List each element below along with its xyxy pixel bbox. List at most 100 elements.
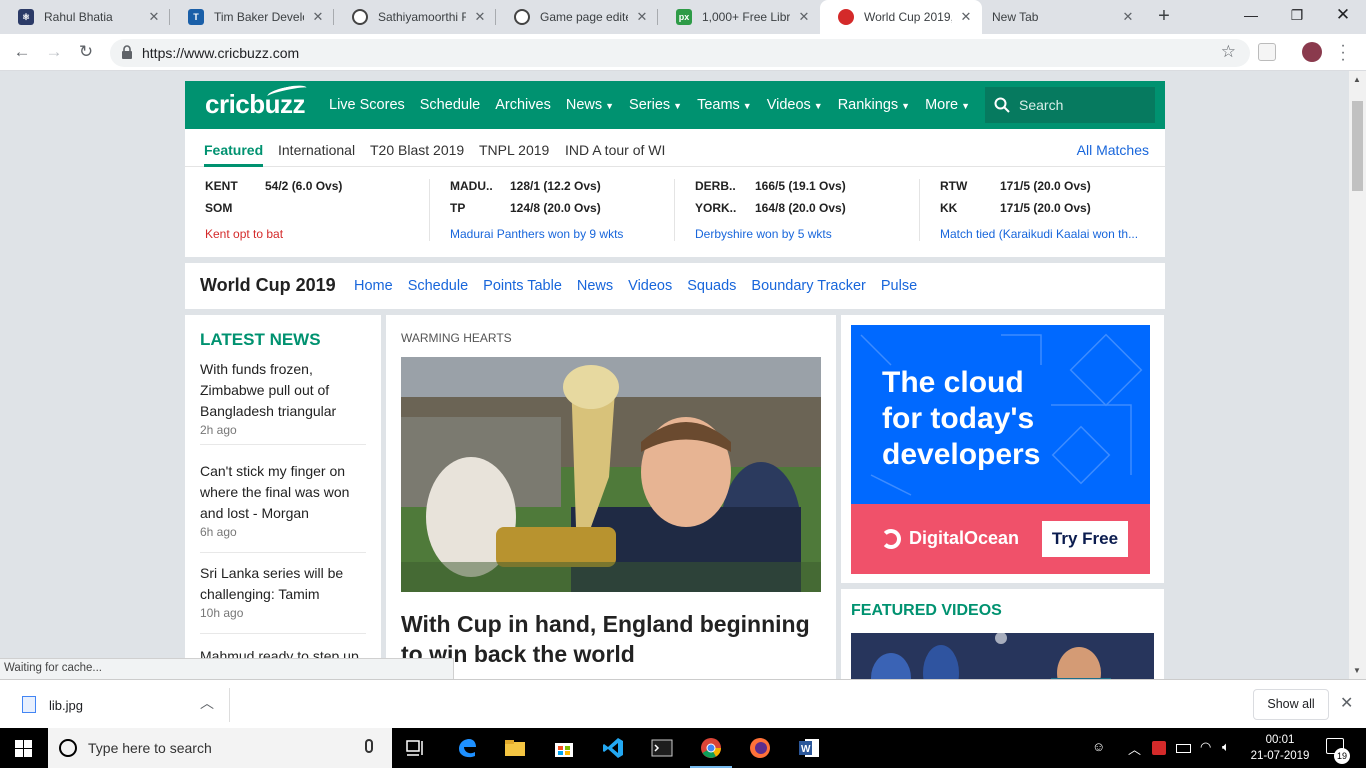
minimize-button[interactable]: — [1228, 0, 1274, 34]
wc-link-schedule[interactable]: Schedule [408, 278, 468, 294]
microphone-icon[interactable] [365, 739, 373, 753]
nav-series[interactable]: Series ▼ [629, 97, 682, 113]
address-bar[interactable]: https://www.cricbuzz.com ☆ [110, 39, 1250, 67]
main-nav: Live Scores Schedule Archives News ▼ Seri… [329, 81, 985, 129]
close-window-button[interactable]: ✕ [1320, 0, 1366, 34]
chrome-icon[interactable] [699, 736, 723, 760]
chrome-menu-icon[interactable]: · · · [1338, 38, 1348, 68]
nav-videos[interactable]: Videos ▼ [767, 97, 823, 113]
close-tab-icon[interactable]: ✕ [1120, 9, 1136, 25]
trophy-celebration-image [401, 357, 821, 592]
news-headline[interactable]: Can't stick my finger on where the final… [200, 461, 366, 524]
wc-link-pulse[interactable]: Pulse [881, 278, 917, 294]
story-headline[interactable]: With Cup in hand, England beginning to w… [401, 609, 821, 669]
chevron-up-icon[interactable]: ︿ [1128, 739, 1141, 758]
taskbar-search[interactable]: Type here to search [48, 728, 392, 768]
cricbuzz-logo[interactable]: cricbuzz [205, 82, 308, 120]
all-matches-link[interactable]: All Matches [1077, 142, 1149, 158]
news-item[interactable]: With funds frozen, Zimbabwe pull out of … [200, 359, 366, 445]
vscode-icon[interactable] [601, 736, 625, 760]
wc-link-boundary-tracker[interactable]: Boundary Tracker [751, 278, 865, 294]
nav-schedule[interactable]: Schedule [420, 97, 480, 113]
browser-tab[interactable]: px 1,000+ Free Librar ✕ [658, 0, 820, 34]
close-tab-icon[interactable]: ✕ [146, 9, 162, 25]
word-icon[interactable]: W [797, 736, 821, 760]
nav-more[interactable]: More ▼ [925, 97, 970, 113]
scroll-down-arrow[interactable]: ▼ [1353, 666, 1361, 675]
wc-link-squads[interactable]: Squads [687, 278, 736, 294]
terminal-icon[interactable] [650, 736, 674, 760]
file-explorer-icon[interactable] [503, 736, 527, 760]
news-headline[interactable]: Sri Lanka series will be challenging: Ta… [200, 563, 366, 605]
news-headline[interactable]: With funds frozen, Zimbabwe pull out of … [200, 359, 366, 422]
video-thumbnail[interactable] [851, 633, 1154, 679]
tab-international[interactable]: International [278, 142, 355, 158]
app-tray-icon[interactable] [1152, 741, 1166, 755]
microsoft-store-icon[interactable] [552, 736, 576, 760]
wc-link-videos[interactable]: Videos [628, 278, 672, 294]
url-text[interactable]: https://www.cricbuzz.com [142, 45, 299, 61]
windows-start-icon[interactable] [15, 740, 32, 757]
tab-featured[interactable]: Featured [204, 142, 263, 158]
new-tab-button[interactable]: + [1152, 5, 1176, 29]
profile-avatar[interactable] [1302, 42, 1322, 62]
close-tab-icon[interactable]: ✕ [472, 9, 488, 25]
browser-tab[interactable]: Sathiyamoorthi Re ✕ [334, 0, 496, 34]
try-free-button[interactable]: Try Free [1042, 521, 1128, 557]
wc-link-home[interactable]: Home [354, 278, 393, 294]
news-item[interactable]: Sri Lanka series will be challenging: Ta… [200, 563, 366, 634]
wc-link-news[interactable]: News [577, 278, 613, 294]
nav-teams[interactable]: Teams ▼ [697, 97, 752, 113]
close-tab-icon[interactable]: ✕ [634, 9, 650, 25]
close-tab-icon[interactable]: ✕ [958, 9, 974, 25]
task-view-icon[interactable] [404, 736, 428, 760]
tab-title: Rahul Bhatia [44, 10, 113, 24]
nav-news[interactable]: News ▼ [566, 97, 614, 113]
nav-rankings[interactable]: Rankings ▼ [838, 97, 910, 113]
browser-tab-active[interactable]: World Cup 2019, C ✕ [820, 0, 982, 34]
match-card[interactable]: MADU.. 128/1 (12.2 Ovs) TP 124/8 (20.0 Ovs… [450, 179, 680, 241]
browser-tab[interactable]: New Tab ✕ [982, 0, 1144, 34]
advertisement[interactable]: The cloud for today's developers Digital… [841, 315, 1164, 583]
battery-icon[interactable] [1176, 744, 1191, 753]
story-photo[interactable] [401, 357, 821, 592]
edge-browser-icon[interactable] [455, 736, 479, 760]
volume-icon[interactable]: 🔈︎ [1222, 739, 1230, 755]
match-card[interactable]: DERB.. 166/5 (19.1 Ovs) YORK.. 164/8 (20.0… [695, 179, 925, 241]
restore-button[interactable]: ❐ [1274, 0, 1320, 34]
download-item[interactable]: lib.jpg ︿ [10, 688, 230, 722]
close-tab-icon[interactable]: ✕ [796, 9, 812, 25]
bookmark-star-icon[interactable]: ☆ [1221, 42, 1236, 62]
tab-title: New Tab [992, 10, 1039, 24]
back-button[interactable]: ← [10, 40, 34, 64]
show-all-downloads-button[interactable]: Show all [1253, 689, 1329, 720]
clock-date: 21-07-2019 [1250, 750, 1310, 762]
people-icon[interactable]: ☺ [1092, 739, 1105, 754]
site-search[interactable]: Search [985, 87, 1155, 123]
wifi-icon[interactable]: ◠ [1200, 739, 1211, 755]
match-card[interactable]: RTW 171/5 (20.0 Ovs) KK 171/5 (20.0 Ovs) M… [940, 179, 1170, 241]
extension-icon[interactable] [1258, 43, 1276, 61]
nav-live-scores[interactable]: Live Scores [329, 97, 405, 113]
taskbar-clock[interactable]: 00:01 21-07-2019 [1250, 732, 1310, 764]
nav-archives[interactable]: Archives [495, 97, 551, 113]
reload-button[interactable]: ↻ [74, 40, 98, 64]
chevron-up-icon[interactable]: ︿ [200, 693, 214, 713]
tab-tnpl[interactable]: TNPL 2019 [479, 142, 549, 158]
download-filename[interactable]: lib.jpg [49, 698, 83, 713]
tab-t20-blast[interactable]: T20 Blast 2019 [370, 142, 464, 158]
scroll-up-arrow[interactable]: ▲ [1353, 75, 1361, 84]
browser-tab[interactable]: T Tim Baker Develop ✕ [170, 0, 334, 34]
match-card[interactable]: KENT 54/2 (6.0 Ovs) SOM Kent opt to bat [205, 179, 435, 241]
browser-tab[interactable]: Game page edited ✕ [496, 0, 658, 34]
forward-button[interactable]: → [42, 40, 66, 64]
wc-link-points-table[interactable]: Points Table [483, 278, 562, 294]
browser-tab[interactable]: ⚛ Rahul Bhatia ✕ [0, 0, 170, 34]
scrollbar-thumb[interactable] [1352, 101, 1363, 191]
tab-ind-a-tour[interactable]: IND A tour of WI [565, 142, 665, 158]
page-scrollbar[interactable]: ▲ ▼ [1349, 71, 1366, 679]
close-tab-icon[interactable]: ✕ [310, 9, 326, 25]
news-item[interactable]: Can't stick my finger on where the final… [200, 461, 366, 553]
firefox-icon[interactable] [748, 736, 772, 760]
close-shelf-icon[interactable]: ✕ [1340, 693, 1353, 713]
